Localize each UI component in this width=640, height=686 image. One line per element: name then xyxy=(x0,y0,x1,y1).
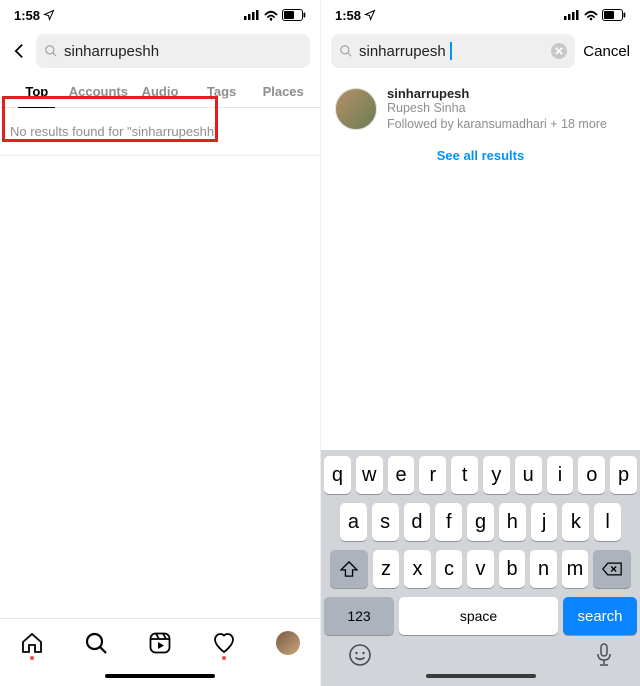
key-t[interactable]: t xyxy=(451,456,478,494)
search-input[interactable] xyxy=(64,43,302,60)
key-n[interactable]: n xyxy=(530,550,557,588)
nav-reels[interactable] xyxy=(148,631,172,655)
search-icon xyxy=(44,44,58,58)
result-username: sinharrupesh xyxy=(387,86,607,101)
key-space[interactable]: space xyxy=(399,597,558,635)
key-g[interactable]: g xyxy=(467,503,494,541)
emoji-icon xyxy=(348,643,372,667)
key-v[interactable]: v xyxy=(467,550,494,588)
heart-icon xyxy=(212,631,236,655)
search-header: sinharrupesh Cancel xyxy=(321,30,640,76)
keyboard: q w e r t y u i o p a s d f g h j k l z xyxy=(321,450,640,686)
cellular-icon xyxy=(564,10,580,20)
phone-right: 1:58 sinharrupesh Cancel sinharrupesh Ru… xyxy=(320,0,640,686)
location-arrow-icon xyxy=(364,9,376,21)
shift-icon xyxy=(340,561,358,577)
text-cursor xyxy=(450,42,452,60)
key-z[interactable]: z xyxy=(373,550,400,588)
cellular-icon xyxy=(244,10,260,20)
status-time: 1:58 xyxy=(14,8,40,23)
tab-tags[interactable]: Tags xyxy=(191,76,253,107)
key-l[interactable]: l xyxy=(594,503,621,541)
search-header xyxy=(0,30,320,76)
key-i[interactable]: i xyxy=(547,456,574,494)
see-all-results-link[interactable]: See all results xyxy=(321,136,640,171)
location-arrow-icon xyxy=(43,9,55,21)
key-backspace[interactable] xyxy=(593,550,631,588)
clear-input-button[interactable] xyxy=(551,43,567,59)
key-search[interactable]: search xyxy=(563,597,637,635)
key-b[interactable]: b xyxy=(499,550,526,588)
keyboard-row-4: 123 space search xyxy=(324,597,637,635)
battery-icon xyxy=(282,9,306,21)
nav-activity[interactable] xyxy=(212,631,236,655)
keyboard-bottom-row xyxy=(324,644,637,674)
tab-places[interactable]: Places xyxy=(252,76,314,107)
keyboard-row-3: z x c v b n m xyxy=(324,550,637,588)
key-f[interactable]: f xyxy=(435,503,462,541)
search-tabs: Top Accounts Audio Tags Places xyxy=(0,76,320,108)
result-fullname: Rupesh Sinha xyxy=(387,101,607,117)
key-u[interactable]: u xyxy=(515,456,542,494)
wifi-icon xyxy=(263,10,279,21)
no-results-section: No results found for "sinharrupeshh" xyxy=(0,108,320,156)
backspace-icon xyxy=(602,562,622,576)
nav-home[interactable] xyxy=(20,631,44,655)
tab-top[interactable]: Top xyxy=(6,76,68,107)
tab-audio[interactable]: Audio xyxy=(129,76,191,107)
key-a[interactable]: a xyxy=(340,503,367,541)
key-p[interactable]: p xyxy=(610,456,637,494)
key-j[interactable]: j xyxy=(531,503,558,541)
phone-left: 1:58 Top Accounts Audio Tags Places No r… xyxy=(0,0,320,686)
key-q[interactable]: q xyxy=(324,456,351,494)
dictation-button[interactable] xyxy=(595,643,613,673)
key-r[interactable]: r xyxy=(419,456,446,494)
search-result-row[interactable]: sinharrupesh Rupesh Sinha Followed by ka… xyxy=(321,76,640,136)
key-m[interactable]: m xyxy=(562,550,589,588)
nav-search[interactable] xyxy=(84,631,108,655)
reels-icon xyxy=(148,631,172,655)
status-bar: 1:58 xyxy=(0,0,320,30)
tab-accounts[interactable]: Accounts xyxy=(68,76,130,107)
key-shift[interactable] xyxy=(330,550,368,588)
search-icon xyxy=(84,631,108,655)
key-h[interactable]: h xyxy=(499,503,526,541)
key-x[interactable]: x xyxy=(404,550,431,588)
nav-profile[interactable] xyxy=(276,631,300,655)
key-numeric[interactable]: 123 xyxy=(324,597,394,635)
key-y[interactable]: y xyxy=(483,456,510,494)
bottom-nav xyxy=(0,618,320,666)
home-indicator xyxy=(0,666,320,686)
search-icon xyxy=(339,44,353,58)
no-results-text: No results found for "sinharrupeshh" xyxy=(10,124,310,139)
home-icon xyxy=(20,631,44,655)
back-button[interactable] xyxy=(10,42,28,60)
search-input[interactable]: sinharrupesh xyxy=(359,43,446,60)
avatar-icon xyxy=(276,631,300,655)
chevron-left-icon xyxy=(12,43,26,59)
wifi-icon xyxy=(583,10,599,21)
battery-icon xyxy=(602,9,626,21)
x-icon xyxy=(555,47,563,55)
keyboard-row-2: a s d f g h j k l xyxy=(324,503,637,541)
key-d[interactable]: d xyxy=(404,503,431,541)
home-indicator xyxy=(324,674,637,682)
search-box[interactable] xyxy=(36,34,310,68)
key-k[interactable]: k xyxy=(562,503,589,541)
status-bar: 1:58 xyxy=(321,0,640,30)
result-meta: Followed by karansumadhari + 18 more xyxy=(387,117,607,133)
key-o[interactable]: o xyxy=(578,456,605,494)
cancel-button[interactable]: Cancel xyxy=(583,43,630,60)
search-box[interactable]: sinharrupesh xyxy=(331,34,575,68)
keyboard-row-1: q w e r t y u i o p xyxy=(324,456,637,494)
key-c[interactable]: c xyxy=(436,550,463,588)
emoji-button[interactable] xyxy=(348,643,372,673)
mic-icon xyxy=(595,643,613,667)
avatar xyxy=(335,88,377,130)
key-w[interactable]: w xyxy=(356,456,383,494)
status-time: 1:58 xyxy=(335,8,361,23)
key-e[interactable]: e xyxy=(388,456,415,494)
key-s[interactable]: s xyxy=(372,503,399,541)
